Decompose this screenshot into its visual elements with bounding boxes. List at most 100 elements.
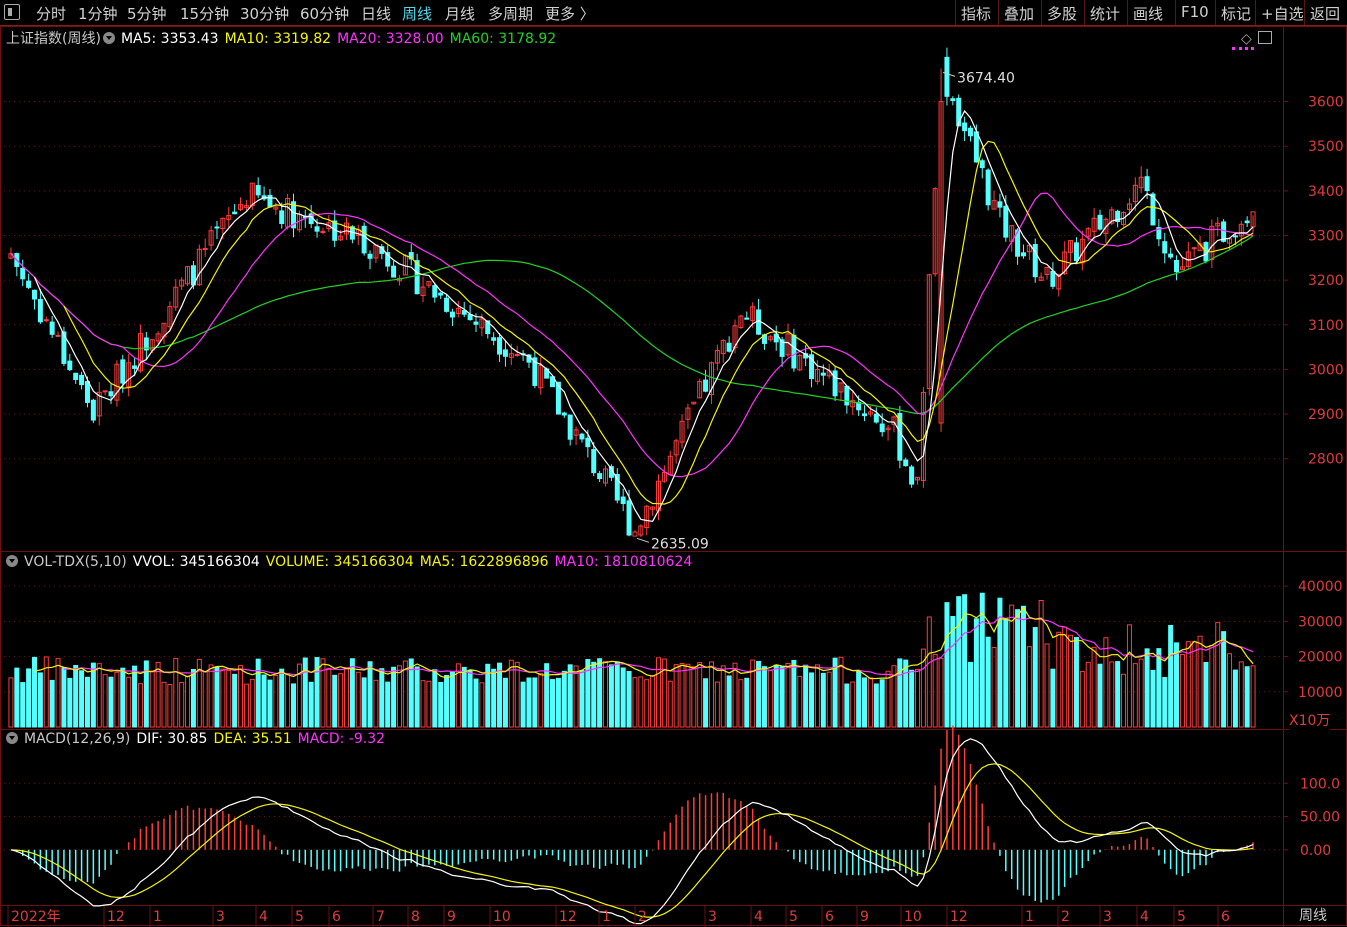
volume-bar [1056,631,1062,728]
volume-bar [938,657,944,728]
volume-bar [243,683,249,728]
volume-bar [379,668,385,728]
price-tick-label: 3100 [1308,318,1344,334]
candle-body [1073,242,1079,262]
x-axis-label: 7 [376,909,385,925]
volume-bar [1073,636,1079,728]
volume-bar [137,683,143,728]
candle-body [579,433,585,440]
candle-body [43,319,49,322]
volume-bar [273,674,279,728]
x-axis-label: 2 [638,909,647,925]
x-axis-label: 5 [1177,909,1186,925]
low-price-label: 2635.09 [651,536,709,552]
volume-bar [497,662,503,728]
volume-bar [1020,605,1026,728]
volume-bar [885,670,891,728]
candle-body [79,374,85,386]
volume-bar [797,675,803,728]
candle-body [367,253,373,259]
volume-bar [850,681,856,728]
volume-bar [1150,669,1156,728]
candle-body [514,354,520,357]
volume-bar [1185,641,1191,728]
volume-bar [1156,648,1162,728]
volume-bar [897,658,903,728]
window-toggle-icon[interactable] [1257,31,1272,44]
chart-canvas[interactable]: 3600350034003300320031003000290028003674… [0,0,1347,927]
volume-bar [432,669,438,728]
volume-bar [1244,666,1250,728]
candle-body [438,292,444,296]
volume-bar [279,668,285,728]
volume-bar [1062,626,1068,728]
volume-bar [673,664,679,728]
volume-unit-label: X10万 [1289,710,1331,730]
volume-bar [190,669,196,728]
ma20-value: MA20: 3328.00 [337,31,444,47]
vol-ma5-value: MA5: 1622896896 [419,554,549,570]
volume-bar [544,663,550,728]
candle-body [414,260,420,295]
volume-bar [879,679,885,728]
volume-bar [856,670,862,728]
candle-body [597,473,603,480]
candle-body [267,194,273,208]
volume-bar [26,668,32,728]
price-tick-label: 3300 [1308,229,1344,245]
volume-bar [750,659,756,728]
volume-bar [708,661,714,728]
x-axis-label: 3 [1103,909,1112,925]
volume-bar [308,681,314,728]
volume-bar [326,667,332,728]
volume-bar [1091,646,1097,728]
volume-bar [285,673,291,728]
volume-bar [1079,671,1085,728]
volume-bar [202,671,208,728]
volume-bar [579,669,585,728]
volume-bar [367,661,373,728]
volume-bar [173,658,179,728]
macd-tick-label: 100.0 [1300,776,1340,792]
dropdown-circle-icon[interactable] [102,32,115,44]
x-axis-label: 9 [860,909,869,925]
volume-bar [338,673,344,728]
volume-bar [573,665,579,728]
volume-bar [161,681,167,728]
volume-bar [779,666,785,728]
volume-value: VOLUME: 345166304 [265,554,414,570]
volume-bar [1044,643,1050,728]
volume-bar [761,666,767,728]
volume-bar [208,664,214,728]
volume-bar [1109,661,1115,728]
volume-bar [473,678,479,728]
volume-bar [720,665,726,728]
volume-bar [550,679,556,728]
ma5-value: MA5: 3353.43 [120,31,219,47]
x-axis-label: 10 [904,909,922,925]
volume-bar [814,664,820,728]
volume-bar [667,680,673,728]
candle-body [862,413,868,417]
x-axis-label: 12 [107,909,125,925]
volume-bar [644,679,650,728]
volume-bar [1026,646,1032,728]
candle-body [620,496,626,504]
volume-bar [249,679,255,728]
diamond-icon[interactable]: ◇ [1241,31,1252,47]
volume-bar [844,683,850,728]
volume-bar [102,674,108,728]
candle-body [73,372,79,380]
candle-body [844,385,850,406]
volume-bar [1032,627,1038,728]
volume-bar [185,675,191,728]
volume-bar [385,681,391,728]
dropdown-circle-icon[interactable] [6,555,18,567]
dif-line [10,738,1254,925]
volume-bar [620,667,626,728]
volume-bar [614,661,620,728]
volume-bar [438,681,444,728]
macd-tick-label: 0.00 [1300,843,1331,859]
dea-line [10,763,1254,918]
dropdown-circle-icon[interactable] [6,732,18,744]
